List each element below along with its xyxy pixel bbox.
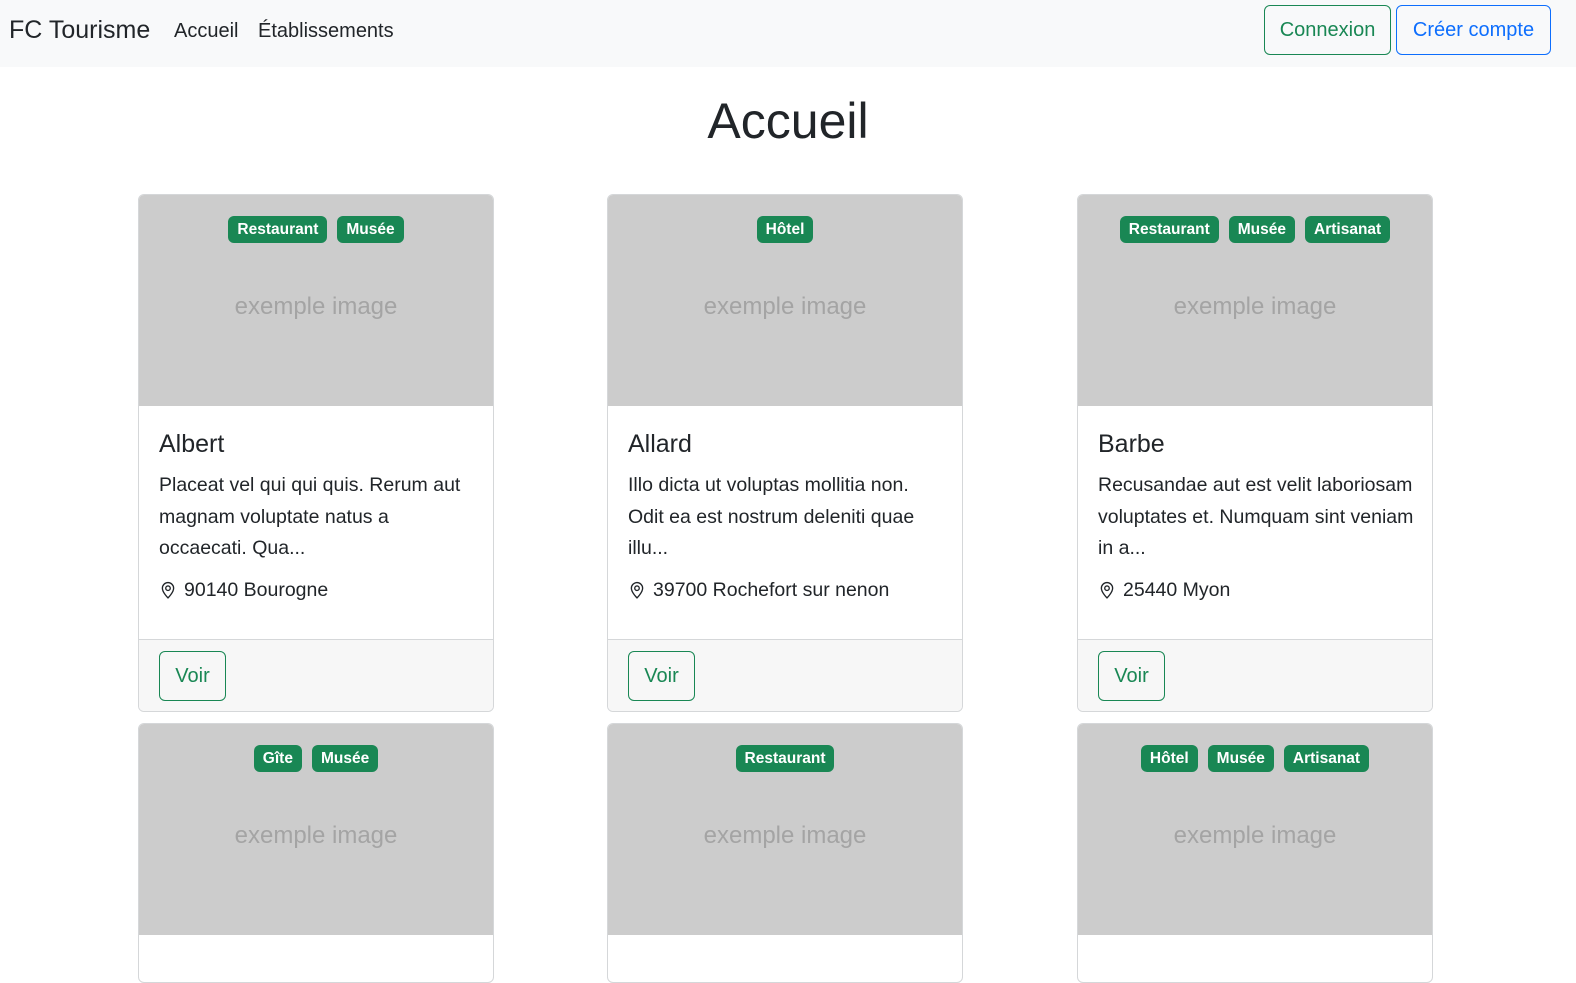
- register-button[interactable]: Créer compte: [1396, 5, 1551, 55]
- card-image-placeholder: Restaurant Musée exemple image: [139, 195, 493, 406]
- category-badge: Restaurant: [1119, 216, 1219, 243]
- card-image-placeholder: Restaurant exemple image: [608, 724, 962, 935]
- map-pin-icon: [1098, 575, 1116, 605]
- category-badge: Musée: [311, 745, 379, 772]
- card-title: Barbe: [1098, 430, 1165, 458]
- establishment-card: Restaurant exemple image: [607, 723, 963, 983]
- image-placeholder-text: exemple image: [703, 293, 867, 320]
- location-text: 90140 Bourogne: [184, 579, 329, 601]
- category-badge: Musée: [337, 216, 404, 243]
- category-badges: Hôtel Musée Artisanat: [1078, 745, 1432, 772]
- establishment-card: Restaurant Musée exemple image Albert Pla…: [138, 194, 494, 712]
- location-text: 39700 Rochefort sur nenon: [653, 579, 890, 601]
- image-placeholder-text: exemple image: [234, 293, 398, 320]
- nav-link-accueil[interactable]: Accueil: [174, 17, 238, 45]
- category-badges: Restaurant Musée: [139, 216, 493, 243]
- view-button[interactable]: Voir: [1098, 651, 1165, 701]
- establishment-card: Hôtel Musée Artisanat exemple image: [1077, 723, 1433, 983]
- image-placeholder-text: exemple image: [1173, 822, 1337, 849]
- category-badges: Hôtel: [608, 216, 962, 243]
- category-badge: Restaurant: [735, 745, 835, 772]
- location-text: 25440 Myon: [1123, 579, 1231, 601]
- establishment-card: Restaurant Musée Artisanat exemple image B…: [1077, 194, 1433, 712]
- map-pin-icon: [159, 575, 177, 605]
- category-badges: Gîte Musée: [139, 745, 493, 772]
- brand-link[interactable]: FC Tourisme: [9, 14, 150, 46]
- category-badge: Restaurant: [228, 216, 328, 243]
- image-placeholder-text: exemple image: [1173, 293, 1337, 320]
- category-badges: Restaurant Musée Artisanat: [1078, 216, 1432, 243]
- category-badge: Artisanat: [1283, 745, 1370, 772]
- card-footer: Voir: [139, 639, 493, 711]
- card-description: Placeat vel qui qui quis. Rerum aut magn…: [159, 474, 461, 559]
- card-title: Albert: [159, 430, 225, 458]
- card-description: Illo dicta ut voluptas mollitia non. Odi…: [628, 474, 915, 559]
- nav-link-etablissements[interactable]: Établissements: [258, 17, 394, 45]
- category-badge: Musée: [1207, 745, 1274, 772]
- category-badge: Gîte: [253, 745, 302, 772]
- card-image-placeholder: Restaurant Musée Artisanat exemple image: [1078, 195, 1432, 406]
- card-footer: Voir: [608, 639, 962, 711]
- category-badge: Musée: [1228, 216, 1296, 243]
- category-badge: Hôtel: [756, 216, 814, 243]
- image-placeholder-text: exemple image: [703, 822, 867, 849]
- map-pin-icon: [628, 575, 646, 605]
- login-button[interactable]: Connexion: [1264, 5, 1391, 55]
- category-badge: Hôtel: [1140, 745, 1198, 772]
- card-description: Recusandae aut est velit laboriosam volu…: [1098, 474, 1414, 559]
- card-title: Allard: [628, 430, 692, 458]
- card-image-placeholder: Hôtel exemple image: [608, 195, 962, 406]
- card-image-placeholder: Hôtel Musée Artisanat exemple image: [1078, 724, 1432, 935]
- card-footer: Voir: [1078, 639, 1432, 711]
- page-title: Accueil: [707, 93, 869, 149]
- navbar: FC Tourisme Accueil Établissements Conne…: [0, 0, 1576, 67]
- category-badges: Restaurant: [608, 745, 962, 772]
- image-placeholder-text: exemple image: [234, 822, 398, 849]
- card-image-placeholder: Gîte Musée exemple image: [139, 724, 493, 935]
- category-badge: Artisanat: [1305, 216, 1391, 243]
- establishment-card: Gîte Musée exemple image: [138, 723, 494, 983]
- establishment-card: Hôtel exemple image Allard Illo dicta ut…: [607, 194, 963, 712]
- view-button[interactable]: Voir: [159, 651, 226, 701]
- view-button[interactable]: Voir: [628, 651, 695, 701]
